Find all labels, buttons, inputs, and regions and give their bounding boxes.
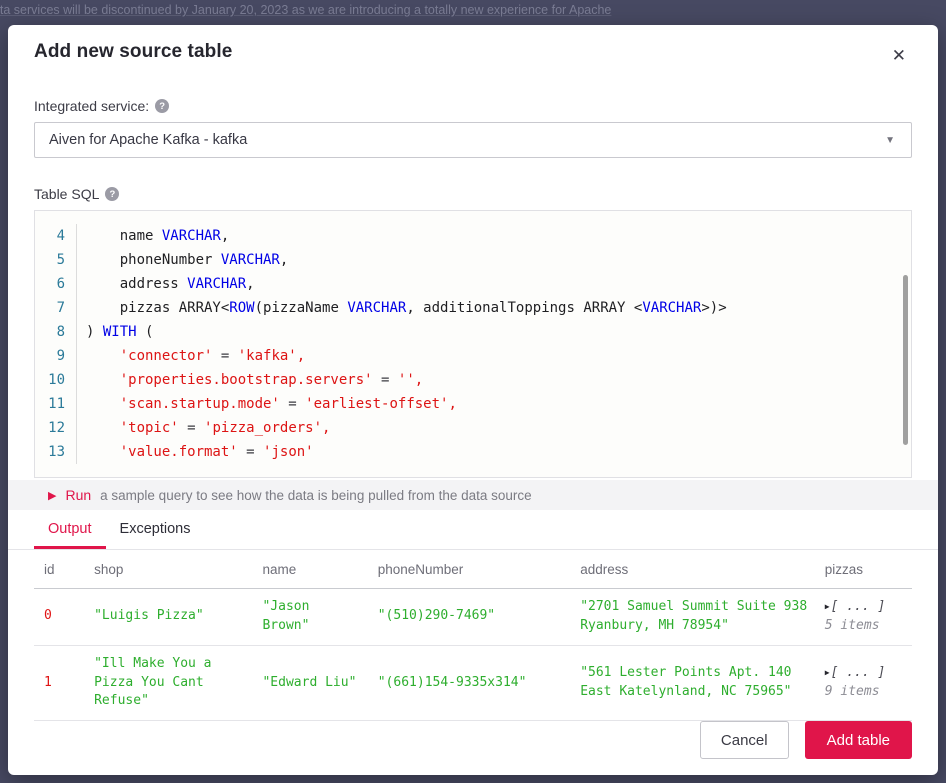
column-header-id: id: [34, 550, 84, 589]
code-line: 6 address VARCHAR,: [35, 272, 911, 296]
close-icon[interactable]: ✕: [886, 43, 912, 68]
integrated-service-field: Integrated service: ? Aiven for Apache K…: [34, 98, 912, 186]
integrated-service-select[interactable]: Aiven for Apache Kafka - kafka ▼: [34, 122, 912, 158]
code-line: 7 pizzas ARRAY<ROW(pizzaName VARCHAR, ad…: [35, 296, 911, 320]
line-number: 10: [35, 368, 77, 392]
line-number: 5: [35, 248, 77, 272]
table-row: 0"Luigis Pizza""Jason Brown""(510)290-74…: [34, 589, 912, 646]
cell-address: "2701 Samuel Summit Suite 938 Ryanbury, …: [570, 589, 815, 646]
line-number: 4: [35, 224, 77, 248]
modal-title: Add new source table: [34, 41, 232, 63]
cancel-button[interactable]: Cancel: [700, 721, 789, 759]
column-header-phoneNumber: phoneNumber: [368, 550, 570, 589]
chevron-down-icon: ▼: [885, 135, 895, 146]
code-line: 13 'value.format' = 'json': [35, 440, 911, 464]
cell-name: "Jason Brown": [252, 589, 367, 646]
line-number: 7: [35, 296, 77, 320]
cell-shop: "Luigis Pizza": [84, 589, 252, 646]
array-items-count: 9 items: [825, 683, 906, 702]
array-items-count: 5 items: [825, 617, 906, 636]
cell-id: 0: [34, 589, 84, 646]
help-icon[interactable]: ?: [105, 187, 119, 201]
column-header-address: address: [570, 550, 815, 589]
run-query-bar[interactable]: ▶ Run a sample query to see how the data…: [8, 480, 938, 510]
line-number: 8: [35, 320, 77, 344]
integrated-service-label: Integrated service:: [34, 98, 149, 114]
line-number: 12: [35, 416, 77, 440]
code-line: 5 phoneNumber VARCHAR,: [35, 248, 911, 272]
code-line: 4 name VARCHAR,: [35, 224, 911, 248]
cell-phone-number: "(661)154-9335x314": [368, 645, 570, 721]
code-line: 11 'scan.startup.mode' = 'earliest-offse…: [35, 392, 911, 416]
column-header-shop: shop: [84, 550, 252, 589]
results-tabs: Output Exceptions: [8, 510, 938, 550]
table-sql-field: Table SQL ? 4 name VARCHAR,5 phoneNumber…: [34, 186, 912, 478]
array-preview: [ ... ]: [831, 665, 886, 680]
editor-scrollbar[interactable]: [903, 275, 908, 445]
output-table: idshopnamephoneNumberaddresspizzas 0"Lui…: [34, 550, 912, 721]
table-sql-label: Table SQL: [34, 186, 99, 202]
integrated-service-value: Aiven for Apache Kafka - kafka: [49, 132, 247, 148]
modal-footer: Cancel Add table: [34, 721, 912, 759]
cell-name: "Edward Liu": [252, 645, 367, 721]
modal-header: Add new source table ✕: [34, 41, 912, 68]
line-number: 11: [35, 392, 77, 416]
cell-pizzas: ▶[ ... ] 9 items: [815, 645, 912, 721]
play-icon: ▶: [48, 489, 56, 502]
background-page-text: data services will be discontinued by Ja…: [0, 3, 946, 17]
cell-pizzas: ▶[ ... ] 5 items: [815, 589, 912, 646]
tab-output[interactable]: Output: [34, 510, 106, 549]
code-line: 10 'properties.bootstrap.servers' = '',: [35, 368, 911, 392]
code-line: 8) WITH (: [35, 320, 911, 344]
cell-address: "561 Lester Points Apt. 140 East Katelyn…: [570, 645, 815, 721]
run-label: Run: [65, 487, 91, 503]
line-number: 9: [35, 344, 77, 368]
array-preview: [ ... ]: [831, 599, 886, 614]
expand-array-icon[interactable]: ▶: [825, 602, 830, 611]
column-header-name: name: [252, 550, 367, 589]
cell-id: 1: [34, 645, 84, 721]
column-header-pizzas: pizzas: [815, 550, 912, 589]
run-description: a sample query to see how the data is be…: [100, 488, 532, 503]
code-line: 12 'topic' = 'pizza_orders',: [35, 416, 911, 440]
add-table-button[interactable]: Add table: [805, 721, 912, 759]
expand-array-icon[interactable]: ▶: [825, 668, 830, 677]
help-icon[interactable]: ?: [155, 99, 169, 113]
code-lines: 4 name VARCHAR,5 phoneNumber VARCHAR,6 a…: [35, 224, 911, 464]
add-source-table-modal: Add new source table ✕ Integrated servic…: [8, 25, 938, 775]
table-header-row: idshopnamephoneNumberaddresspizzas: [34, 550, 912, 589]
sql-editor[interactable]: 4 name VARCHAR,5 phoneNumber VARCHAR,6 a…: [34, 210, 912, 478]
line-number: 13: [35, 440, 77, 464]
cell-shop: "Ill Make You a Pizza You Cant Refuse": [84, 645, 252, 721]
cell-phone-number: "(510)290-7469": [368, 589, 570, 646]
table-row: 1"Ill Make You a Pizza You Cant Refuse""…: [34, 645, 912, 721]
code-line: 9 'connector' = 'kafka',: [35, 344, 911, 368]
tab-exceptions[interactable]: Exceptions: [106, 510, 205, 549]
line-number: 6: [35, 272, 77, 296]
